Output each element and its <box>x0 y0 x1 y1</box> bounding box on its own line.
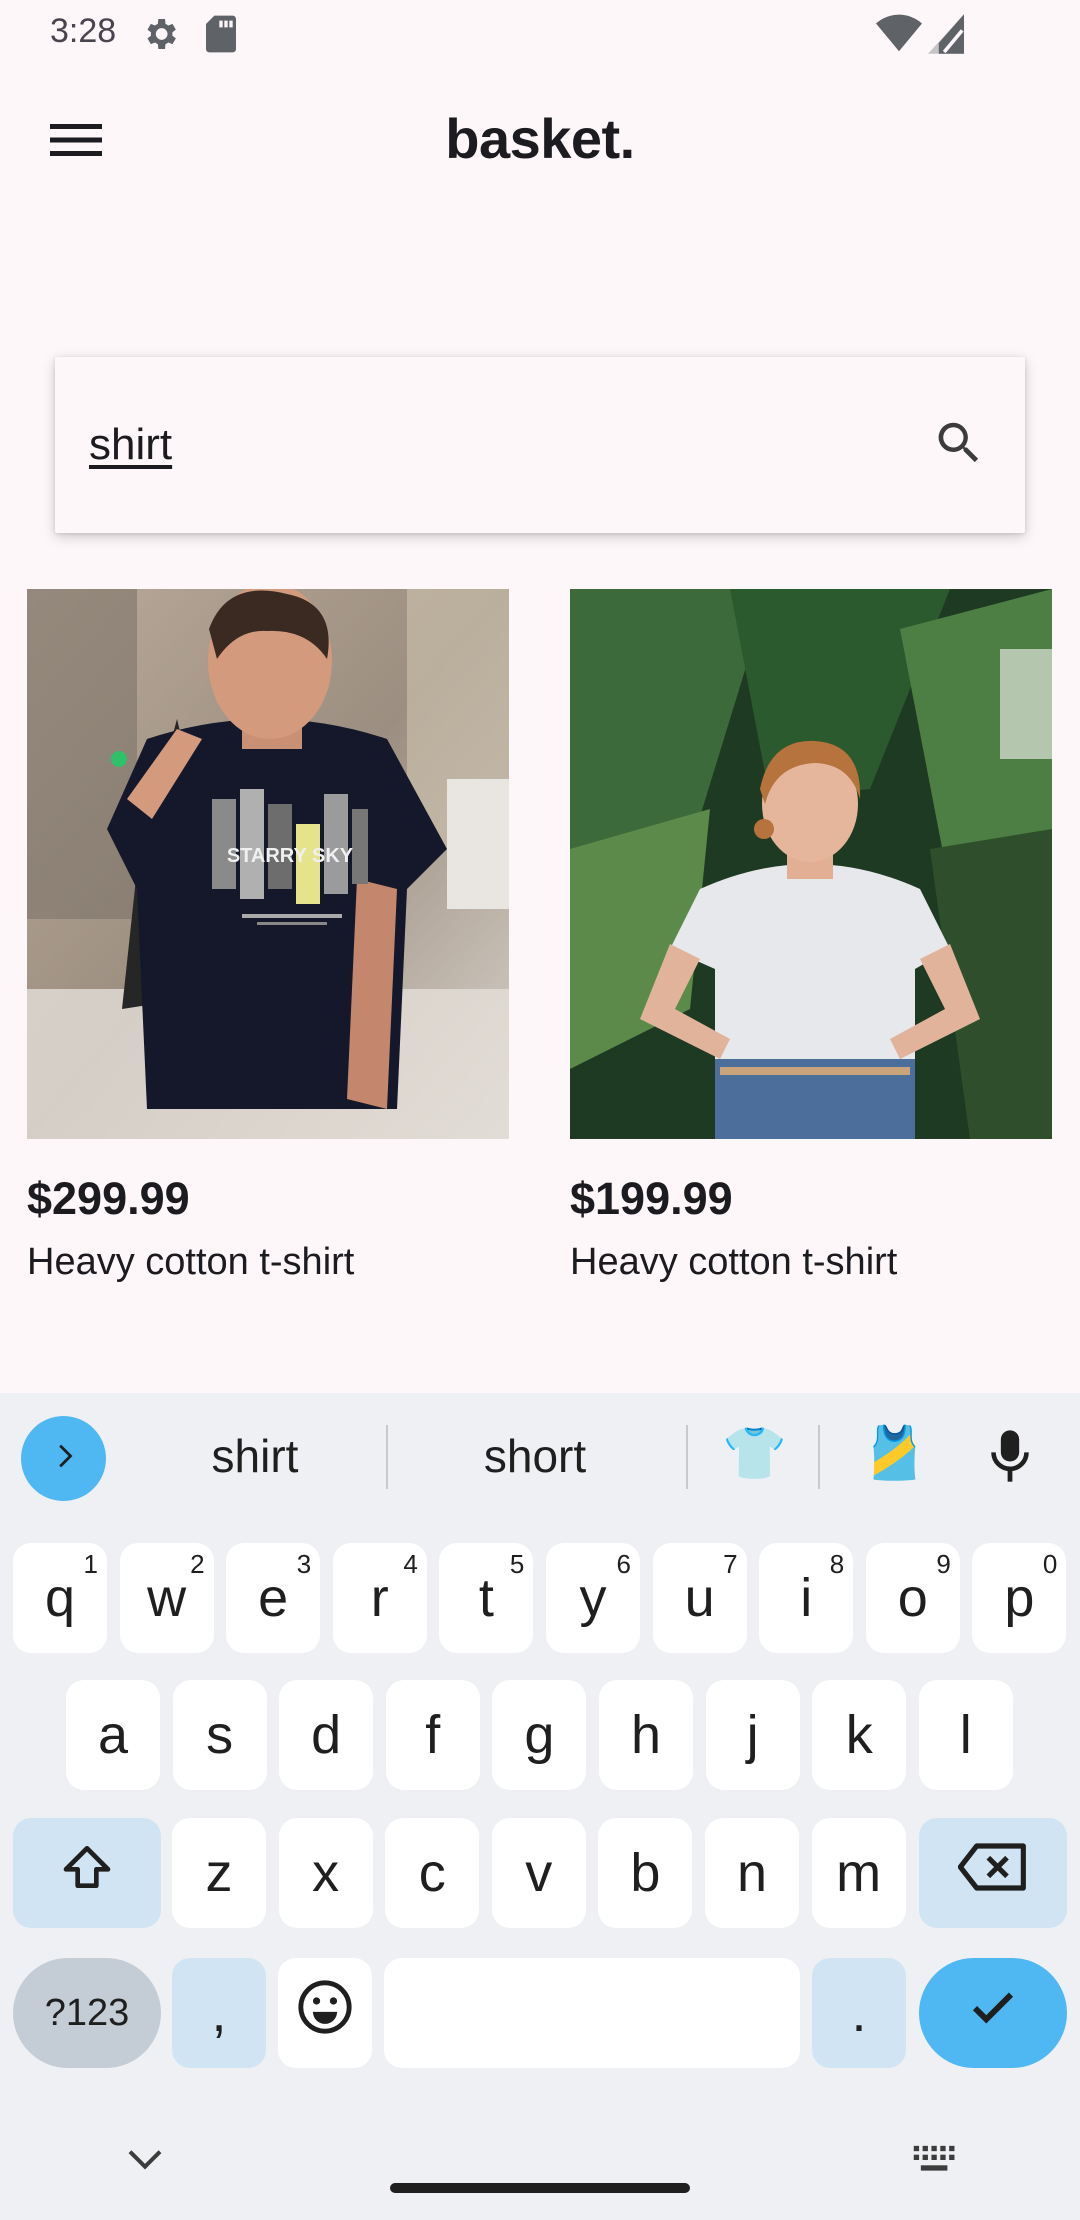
cell-signal-icon <box>928 14 964 59</box>
key-p[interactable]: p0 <box>972 1543 1067 1653</box>
search-card <box>55 357 1025 533</box>
shirt-graphic-text: STARRY SKY <box>227 845 354 867</box>
product-price: $299.99 <box>27 1173 190 1224</box>
product-price: $199.99 <box>570 1173 733 1224</box>
backspace-key[interactable] <box>919 1818 1067 1928</box>
emoji-suggestion-tshirt[interactable]: 👕 <box>722 1423 787 1484</box>
status-time: 3:28 <box>50 12 117 50</box>
key-number-hint: 0 <box>1042 1549 1058 1579</box>
key-label: i <box>800 1568 813 1628</box>
sd-card-icon <box>204 14 238 59</box>
keyboard: shirt short 👕 🎽 q1w2e3r4t5y6u7i8o9p0 asd… <box>0 1393 1080 2220</box>
backspace-icon <box>957 1842 1028 1904</box>
key-v[interactable]: v <box>491 1818 586 1928</box>
key-y[interactable]: y6 <box>546 1543 640 1653</box>
key-w[interactable]: w2 <box>119 1543 214 1653</box>
key-label: r <box>370 1568 389 1628</box>
suggestion-divider <box>818 1425 820 1489</box>
navigation-bar <box>0 2123 1080 2220</box>
space-key[interactable] <box>384 1958 800 2068</box>
product-card[interactable]: STARRY SKY $299.99 Heavy cotton t-shirt <box>27 589 509 1284</box>
key-t[interactable]: t5 <box>439 1543 534 1653</box>
product-image[interactable]: STARRY SKY <box>27 589 509 1139</box>
suggestion-divider <box>686 1425 688 1489</box>
chevron-down-icon[interactable] <box>125 2145 165 2180</box>
key-number-hint: 8 <box>829 1549 845 1579</box>
key-label: t <box>478 1568 494 1628</box>
key-r[interactable]: r4 <box>332 1543 427 1653</box>
search-button[interactable] <box>921 407 997 483</box>
key-b[interactable]: b <box>598 1818 693 1928</box>
product-card[interactable]: $199.99 Heavy cotton t-shirt <box>570 589 1052 1284</box>
suggestion-strip: shirt short 👕 🎽 <box>0 1393 1080 1519</box>
key-number-hint: 7 <box>723 1549 738 1579</box>
key-g[interactable]: g <box>492 1680 587 1790</box>
key-number-hint: 5 <box>509 1549 525 1579</box>
app-bar: basket. <box>0 70 1080 214</box>
key-a[interactable]: a <box>66 1680 160 1790</box>
key-e[interactable]: e3 <box>226 1543 321 1653</box>
checkmark-icon <box>966 1980 1020 2047</box>
shift-icon <box>59 1839 115 1908</box>
home-indicator[interactable] <box>390 2183 690 2193</box>
wifi-icon <box>876 14 922 59</box>
status-bar: 3:28 <box>0 0 1080 66</box>
key-n[interactable]: n <box>705 1818 799 1928</box>
app-title: basket. <box>445 107 635 170</box>
emoji-suggestion-tank[interactable]: 🎽 <box>862 1423 927 1484</box>
key-label: q <box>44 1568 76 1628</box>
symbols-key[interactable]: ?123 <box>13 1958 161 2068</box>
expand-toolbar-button[interactable] <box>21 1416 106 1501</box>
key-number-hint: 1 <box>83 1549 98 1579</box>
microphone-icon <box>988 1427 1032 1490</box>
key-c[interactable]: c <box>385 1818 480 1928</box>
key-i[interactable]: i8 <box>759 1543 854 1653</box>
suggestion-divider <box>386 1425 388 1489</box>
settings-gear-icon <box>140 14 180 59</box>
search-icon <box>932 416 986 475</box>
chevron-right-icon <box>47 1439 81 1478</box>
suggestion-short[interactable]: short <box>430 1429 640 1483</box>
key-d[interactable]: d <box>279 1680 374 1790</box>
key-m[interactable]: m <box>811 1818 906 1928</box>
key-q[interactable]: q1 <box>13 1543 107 1653</box>
key-number-hint: 6 <box>616 1549 631 1579</box>
enter-key[interactable] <box>919 1958 1067 2068</box>
key-x[interactable]: x <box>278 1818 373 1928</box>
product-image[interactable] <box>570 589 1052 1139</box>
voice-input-button[interactable] <box>980 1423 1040 1493</box>
product-name: Heavy cotton t-shirt <box>27 1241 355 1283</box>
key-k[interactable]: k <box>812 1680 907 1790</box>
key-o[interactable]: o9 <box>865 1543 960 1653</box>
suggestion-shirt[interactable]: shirt <box>150 1429 360 1483</box>
key-number-hint: 3 <box>296 1549 312 1579</box>
key-label: p <box>1004 1568 1035 1628</box>
keyboard-icon[interactable] <box>912 2143 958 2182</box>
emoji-key[interactable] <box>278 1958 372 2068</box>
product-name: Heavy cotton t-shirt <box>570 1241 898 1283</box>
key-j[interactable]: j <box>705 1680 800 1790</box>
key-number-hint: 4 <box>403 1549 418 1579</box>
key-l[interactable]: l <box>918 1680 1013 1790</box>
key-label: u <box>684 1568 715 1628</box>
search-input[interactable] <box>89 413 849 477</box>
shift-key[interactable] <box>13 1818 161 1928</box>
key-f[interactable]: f <box>385 1680 480 1790</box>
key-label: e <box>258 1568 289 1628</box>
key-label: y <box>579 1568 607 1628</box>
key-label: w <box>147 1568 187 1628</box>
key-label: o <box>897 1568 928 1628</box>
comma-key[interactable]: , <box>172 1958 266 2068</box>
key-u[interactable]: u7 <box>652 1543 747 1653</box>
key-number-hint: 9 <box>936 1549 951 1579</box>
emoji-icon <box>296 1978 354 2049</box>
key-s[interactable]: s <box>172 1680 267 1790</box>
key-h[interactable]: h <box>599 1680 693 1790</box>
key-number-hint: 2 <box>190 1549 205 1579</box>
period-key[interactable]: . <box>812 1958 906 2068</box>
key-z[interactable]: z <box>172 1818 266 1928</box>
